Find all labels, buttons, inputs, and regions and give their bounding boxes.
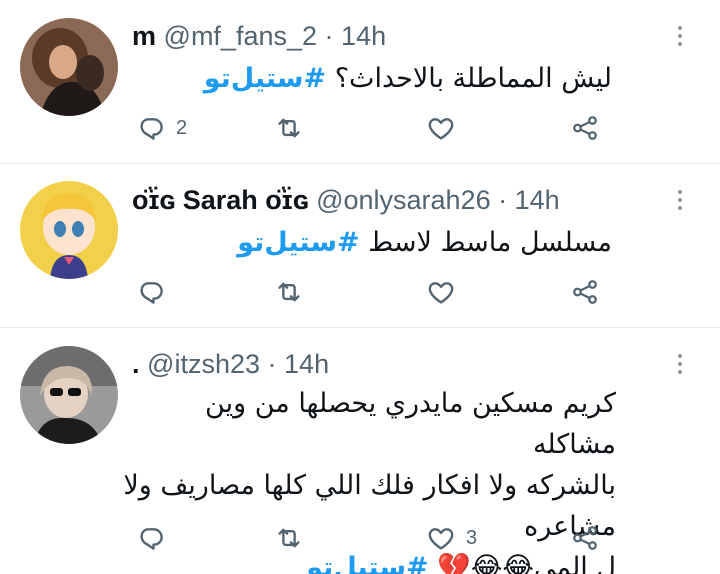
retweet-icon: [278, 282, 300, 302]
heart-icon: [428, 118, 454, 140]
tweet[interactable]: m @mf_fans_2 · 14h ليش المماطلة بالاحداث…: [0, 0, 720, 163]
reply-icon: [140, 528, 163, 550]
retweet-button[interactable]: [274, 276, 304, 308]
hashtag-link[interactable]: #ستيل‌تو: [204, 63, 326, 94]
avatar[interactable]: [20, 346, 118, 444]
reply-count: 2: [176, 116, 188, 139]
tweet-text: ليش المماطلة بالاحداث؟ #ستيل‌تو: [142, 58, 612, 99]
tweet-actions: 3: [136, 522, 606, 554]
retweet-button[interactable]: [274, 112, 304, 144]
user-handle[interactable]: @onlysarah26: [316, 185, 491, 215]
display-name[interactable]: ᴏ̈ɪ̈ɢ Sarah ᴏ̈ɪ̈ɢ: [132, 185, 309, 215]
separator: ·: [324, 21, 334, 51]
like-button[interactable]: 3: [426, 522, 477, 554]
like-count: 3: [466, 526, 478, 549]
reply-button[interactable]: [136, 522, 176, 554]
tweet-header: . @itzsh23 · 14h: [132, 347, 329, 381]
retweet-button[interactable]: [274, 522, 304, 554]
heart-icon: [428, 282, 454, 304]
separator: ·: [267, 349, 277, 379]
hashtag-link[interactable]: #ستيل‌تو: [306, 552, 428, 574]
tweet[interactable]: . @itzsh23 · 14h كريم مسكين مايدري يحصله…: [0, 328, 720, 574]
tweet-text-line: كريم مسكين مايدري يحصلها من وين مشاكله: [205, 388, 616, 460]
tweet[interactable]: ᴏ̈ɪ̈ɢ Sarah ᴏ̈ɪ̈ɢ @onlysarah26 · 14h مسل…: [0, 164, 720, 327]
hashtag-link[interactable]: #ستيل‌تو: [237, 227, 359, 258]
timestamp[interactable]: 14h: [515, 185, 560, 215]
avatar[interactable]: [20, 181, 118, 279]
user-handle[interactable]: @itzsh23: [147, 349, 260, 379]
tweet-text-line: مسلسل ماسط لاسط: [368, 227, 612, 258]
heart-icon: [428, 528, 454, 550]
tweet-text-line: ل المى😂😂💔: [437, 552, 616, 574]
tweet-text-line: ليش المماطلة بالاحداث؟: [334, 63, 612, 94]
retweet-icon: [278, 118, 300, 138]
avatar[interactable]: [20, 18, 118, 116]
timestamp[interactable]: 14h: [284, 349, 329, 379]
reply-icon: [140, 282, 163, 304]
reply-icon: [140, 118, 163, 140]
tweet-actions: 2: [136, 112, 606, 144]
share-icon: [573, 116, 597, 140]
retweet-icon: [278, 528, 300, 548]
tweet-actions: [136, 276, 606, 308]
reply-button[interactable]: [136, 276, 176, 308]
share-button[interactable]: [570, 276, 600, 308]
user-handle[interactable]: @mf_fans_2: [164, 21, 317, 51]
share-button[interactable]: [570, 112, 600, 144]
share-button[interactable]: [570, 522, 600, 554]
share-icon: [573, 526, 597, 550]
separator: ·: [498, 185, 508, 215]
tweet-header: ᴏ̈ɪ̈ɢ Sarah ᴏ̈ɪ̈ɢ @onlysarah26 · 14h: [132, 183, 560, 217]
like-button[interactable]: [426, 112, 456, 144]
display-name[interactable]: .: [132, 349, 140, 379]
reply-button[interactable]: 2: [136, 112, 187, 144]
more-options-icon[interactable]: [670, 190, 690, 210]
tweet-header: m @mf_fans_2 · 14h: [132, 19, 386, 53]
like-button[interactable]: [426, 276, 456, 308]
tweet-text: مسلسل ماسط لاسط #ستيل‌تو: [142, 222, 612, 263]
more-options-icon[interactable]: [670, 26, 690, 46]
timestamp[interactable]: 14h: [341, 21, 386, 51]
more-options-icon[interactable]: [670, 354, 690, 374]
share-icon: [573, 280, 597, 304]
display-name[interactable]: m: [132, 21, 156, 51]
